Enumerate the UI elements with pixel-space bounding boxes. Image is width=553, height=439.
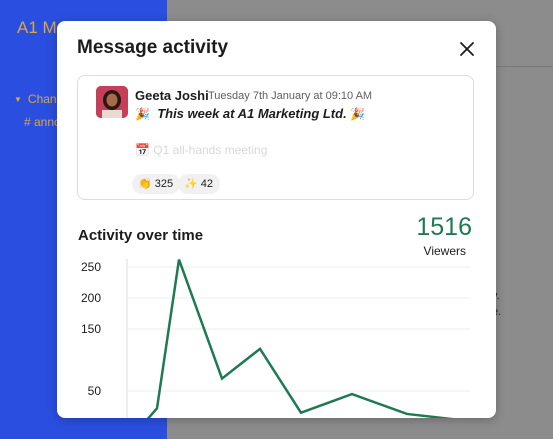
chart-y-tick-label: 200 [81,291,101,305]
activity-chart: 250 200 150 50 [81,259,470,418]
chart-y-tick-label: 50 [88,384,102,398]
message-activity-modal: Message activity Geeta Joshi Tuesday 7th… [57,21,496,418]
chart-y-tick-label: 250 [81,260,101,274]
background-channels-label: Chan [27,92,57,106]
chart-y-tick-label: 150 [81,322,101,336]
chart-series-line [146,259,454,418]
caret-down-icon: ▼ [14,95,22,104]
background-channel-item: # anno [24,115,61,129]
background-channels-heading: ▼ Chan [14,92,57,106]
